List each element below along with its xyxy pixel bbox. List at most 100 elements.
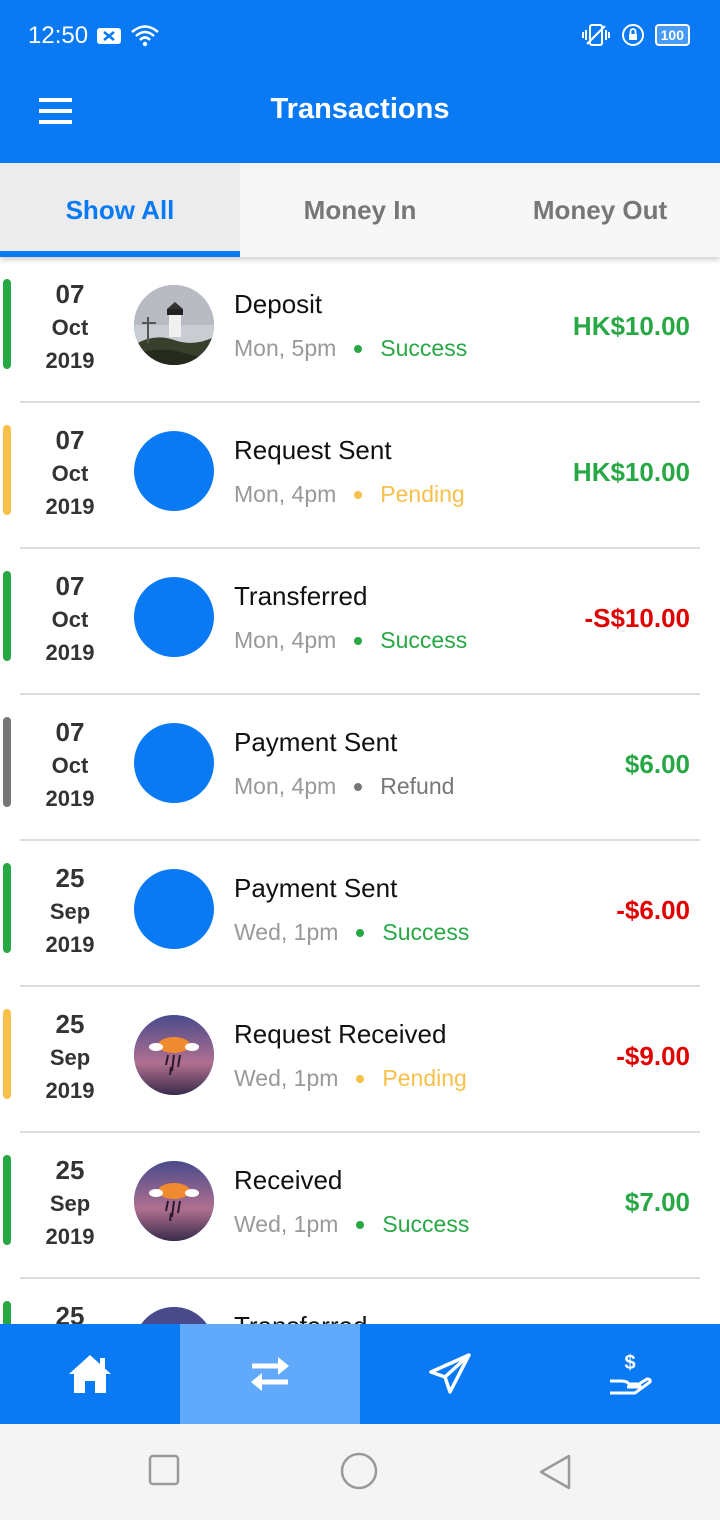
status-strip [3, 1301, 11, 1324]
transaction-status: Success [380, 335, 468, 361]
date-year: 2019 [45, 348, 95, 373]
transaction-row[interactable]: 25 Sep 2019 Request Received Wed, 1pm Pe… [0, 987, 720, 1133]
transaction-list[interactable]: 07 Oct 2019 Deposit Mon, 5pm Success HK$… [0, 257, 720, 1324]
transfer-arrows-icon [251, 1357, 289, 1391]
home-icon [69, 1355, 111, 1393]
date-month: Sep [49, 899, 91, 924]
transaction-meta: Mon, 4pm Pending [234, 481, 465, 508]
date-month: Oct [51, 607, 89, 632]
date-day: 25 [55, 1301, 85, 1324]
hand-dollar-icon: $ [610, 1352, 652, 1395]
transaction-date: 07 Oct 2019 [20, 569, 120, 669]
transaction-row[interactable]: 25 Sep 2019 Received Wed, 1pm Success $7… [0, 1133, 720, 1279]
transaction-title: Received [234, 1165, 343, 1195]
transaction-meta: Mon, 4pm Success [234, 627, 467, 654]
lighthouse-photo-icon [134, 285, 214, 365]
status-strip [3, 1009, 11, 1099]
transaction-title: Payment Sent [234, 727, 398, 757]
date-day: 25 [55, 1009, 85, 1039]
transaction-status: Pending [382, 1065, 467, 1091]
date-day: 07 [55, 717, 85, 747]
bottom-navigation: $ [0, 1324, 720, 1424]
cloud-rain-photo-icon [134, 1015, 214, 1095]
avatar [134, 1015, 214, 1095]
page-title: Transactions [270, 93, 450, 125]
transaction-time: Mon, 4pm [234, 627, 337, 653]
transaction-row[interactable]: 07 Oct 2019 Request Sent Mon, 4pm Pendin… [0, 403, 720, 549]
date-month: Oct [51, 315, 89, 340]
status-strip [3, 717, 11, 807]
avatar [134, 431, 214, 511]
transaction-time: Wed, 1pm [234, 1065, 339, 1091]
nav-transactions[interactable] [180, 1324, 360, 1424]
date-day: 07 [55, 279, 85, 309]
transaction-title: Transferred [234, 1311, 367, 1324]
date-year: 2019 [45, 1078, 95, 1103]
status-dot [356, 928, 365, 937]
transaction-meta: Wed, 1pm Success [234, 919, 469, 946]
battery-indicator: 100 [654, 24, 690, 46]
status-dot [354, 782, 363, 791]
transaction-row[interactable]: 25 Sep 2019 Payment Sent Wed, 1pm Succes… [0, 841, 720, 987]
transaction-status: Pending [380, 481, 465, 507]
avatar [134, 1307, 214, 1324]
cloud-rain-photo-icon [134, 1161, 214, 1241]
transaction-time: Wed, 1pm [234, 1211, 339, 1237]
avatar [134, 1161, 214, 1241]
svg-text:$: $ [624, 1352, 635, 1374]
nav-request[interactable]: $ [540, 1324, 720, 1424]
date-year: 2019 [45, 786, 95, 811]
transaction-amount: $6.00 [624, 749, 690, 779]
back-icon[interactable] [538, 1454, 572, 1490]
transaction-status: Success [382, 919, 470, 945]
home-button-icon[interactable] [340, 1452, 378, 1490]
transaction-status: Success [382, 1211, 470, 1237]
nav-home[interactable] [0, 1324, 180, 1424]
avatar [134, 869, 214, 949]
wifi-icon [131, 25, 159, 47]
status-strip [3, 425, 11, 515]
transaction-title: Request Received [234, 1019, 447, 1049]
transaction-meta: Wed, 1pm Pending [234, 1065, 467, 1092]
paper-plane-icon [429, 1353, 471, 1394]
transaction-date: 25 Sep 2019 [20, 1153, 120, 1253]
status-dot [356, 1220, 365, 1229]
transaction-time: Mon, 4pm [234, 481, 337, 507]
tab-money-in[interactable]: Money In [240, 163, 480, 257]
transaction-row[interactable]: 25 Transferred [0, 1279, 720, 1324]
status-strip [3, 1155, 11, 1245]
transaction-title: Request Sent [234, 435, 392, 465]
status-dot [354, 490, 363, 499]
status-dot [356, 1074, 365, 1083]
date-year: 2019 [45, 932, 95, 957]
date-month: Oct [51, 753, 89, 778]
transaction-row[interactable]: 07 Oct 2019 Payment Sent Mon, 4pm Refund… [0, 695, 720, 841]
recent-apps-icon[interactable] [148, 1454, 180, 1486]
status-dot [354, 636, 363, 645]
status-strip [3, 571, 11, 661]
date-day: 07 [55, 425, 85, 455]
transaction-date: 07 Oct 2019 [20, 715, 120, 815]
app-bar: Transactions [0, 75, 720, 163]
tab-money-out[interactable]: Money Out [480, 163, 720, 257]
transaction-title: Transferred [234, 581, 368, 611]
notification-icon [97, 28, 121, 44]
transaction-date: 07 Oct 2019 [20, 277, 120, 377]
transaction-row[interactable]: 07 Oct 2019 Deposit Mon, 5pm Success HK$… [0, 257, 720, 403]
transaction-time: Mon, 4pm [234, 773, 337, 799]
date-day: 25 [55, 1155, 85, 1185]
transaction-amount: HK$10.00 [572, 457, 690, 487]
tab-show-all[interactable]: Show All [0, 163, 240, 257]
date-year: 2019 [45, 1224, 95, 1249]
date-month: Oct [51, 461, 89, 486]
transaction-amount: HK$10.00 [572, 311, 690, 341]
transaction-amount: -$6.00 [616, 895, 690, 925]
transaction-row[interactable]: 07 Oct 2019 Transferred Mon, 4pm Success… [0, 549, 720, 695]
status-strip [3, 863, 11, 953]
nav-send[interactable] [360, 1324, 540, 1424]
transaction-amount: -S$10.00 [584, 603, 690, 633]
transaction-date: 07 Oct 2019 [20, 423, 120, 523]
date-day: 25 [55, 863, 85, 893]
transaction-amount: $7.00 [624, 1187, 690, 1217]
date-month: Sep [49, 1045, 91, 1070]
